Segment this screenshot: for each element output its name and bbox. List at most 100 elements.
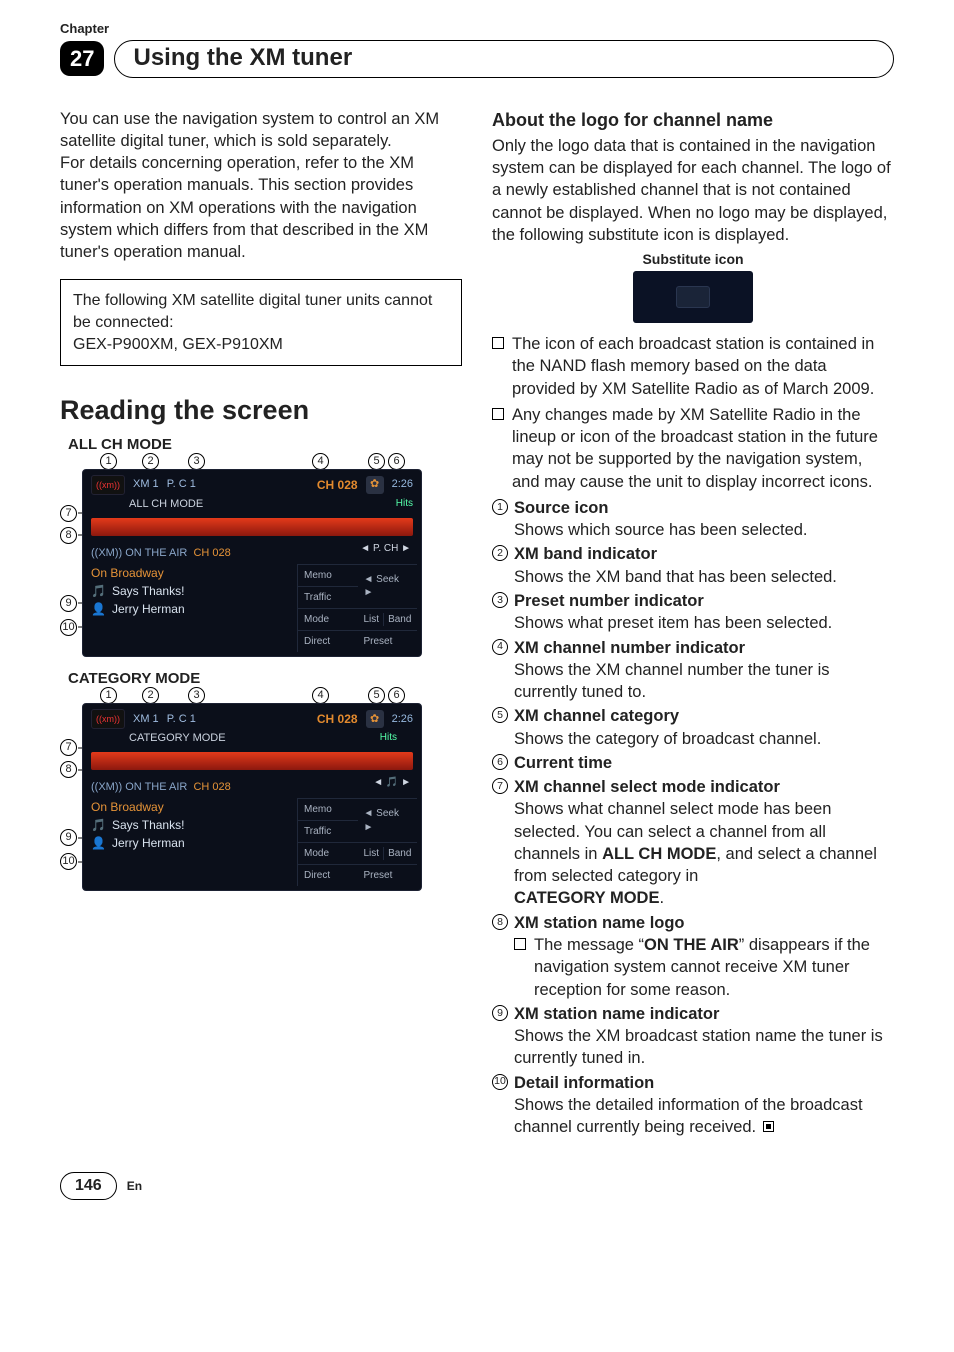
btn-list: List [364, 613, 380, 626]
chapter-number-badge: 27 [60, 41, 104, 77]
defnum-9: 9 [492, 1005, 508, 1021]
notice-text-2: GEX-P900XM, GEX-P910XM [73, 334, 449, 356]
callout-10b: 10 [60, 853, 77, 870]
callout-4: 4 [312, 453, 329, 470]
defnum-10: 10 [492, 1074, 508, 1090]
btn-seek: ◄ Seek ► [358, 798, 418, 842]
btn-memo: Memo [298, 798, 358, 820]
btn-seek: ◄ Seek ► [358, 564, 418, 608]
xm-band: XM 1 [133, 712, 159, 727]
defnum-1: 1 [492, 499, 508, 515]
right-button-grid: Memo ◄ Seek ► Traffic Mode List Band Dir… [297, 564, 417, 652]
channel-top: CH 028 [317, 477, 358, 493]
substitute-icon-label: Substitute icon [492, 250, 894, 269]
callout-5b: 5 [368, 687, 385, 704]
bullet-icon [492, 337, 504, 349]
reading-the-screen-heading: Reading the screen [60, 392, 462, 428]
callout-3: 3 [188, 453, 205, 470]
def-2-desc: Shows the XM band that has been selected… [514, 568, 837, 586]
callout-6: 6 [388, 453, 405, 470]
source-icon: ((xm)) [91, 475, 125, 495]
bullet-2: Any changes made by XM Satellite Radio i… [492, 404, 894, 493]
btn-direct: Direct [298, 864, 358, 886]
source-icon: ((xm)) [91, 709, 125, 729]
preset: P. C 1 [167, 477, 196, 492]
substitute-icon-img [633, 271, 753, 323]
right-column: About the logo for channel name Only the… [492, 108, 894, 1139]
station-logo-bar [91, 518, 413, 536]
def-1-title: Source icon [514, 499, 608, 517]
right-button-grid: Memo ◄ Seek ► Traffic Mode List Band Dir… [297, 798, 417, 886]
btn-band: Band [383, 847, 411, 860]
btn-preset: Preset [358, 630, 418, 652]
btn-traffic: Traffic [298, 586, 358, 608]
callout-8b: 8 [60, 761, 77, 778]
page-footer: 146 En [60, 1172, 894, 1200]
lang-label: En [127, 1178, 142, 1194]
btn-mode: Mode [298, 842, 358, 864]
station-logo-bar [91, 752, 413, 770]
callout-3b: 3 [188, 687, 205, 704]
callout-8: 8 [60, 527, 77, 544]
callout-2b: 2 [142, 687, 159, 704]
intro-text: You can use the navigation system to con… [60, 108, 462, 264]
callout-7: 7 [60, 505, 77, 522]
definitions: 1 Source icon Shows which source has been… [492, 497, 894, 1138]
def-5-title: XM channel category [514, 707, 679, 725]
mode-line: CATEGORY MODE [129, 731, 226, 746]
gear-icon: ✿ [366, 710, 384, 728]
callout-2: 2 [142, 453, 159, 470]
cat-label: Hits [396, 497, 413, 512]
callout-6b: 6 [388, 687, 405, 704]
logo-paragraph: Only the logo data that is contained in … [492, 135, 894, 246]
btn-mode: Mode [298, 608, 358, 630]
mode-line: ALL CH MODE [129, 497, 203, 512]
callout-4b: 4 [312, 687, 329, 704]
btn-preset: Preset [358, 864, 418, 886]
def-6-title: Current time [514, 754, 612, 772]
callout-5: 5 [368, 453, 385, 470]
bullet-icon [514, 938, 526, 950]
left-column: You can use the navigation system to con… [60, 108, 462, 1139]
callout-1b: 1 [100, 687, 117, 704]
def-3-desc: Shows what preset item has been selected… [514, 614, 832, 632]
on-the-air: ((XM)) ON THE AIR CH 028 [83, 772, 421, 797]
btn-list: List [364, 847, 380, 860]
mode-label-category: CATEGORY MODE [68, 669, 462, 689]
screenshot-all: ((xm)) XM 1 P. C 1 CH 028 ✿ 2:26 ALL CH … [82, 469, 422, 657]
def-4-desc: Shows the XM channel number the tuner is… [514, 661, 830, 701]
gear-icon: ✿ [366, 476, 384, 494]
def-7-desc: Shows what channel select mode has been … [514, 800, 877, 907]
btn-memo: Memo [298, 564, 358, 586]
def-4-title: XM channel number indicator [514, 639, 745, 657]
btn-direct: Direct [298, 630, 358, 652]
notice-box: The following XM satellite digital tuner… [60, 279, 462, 366]
page-number: 146 [60, 1172, 117, 1200]
btn-band: Band [383, 613, 411, 626]
bullet-1: The icon of each broadcast station is co… [492, 333, 894, 400]
def-10-title: Detail information [514, 1074, 654, 1092]
def-10-desc: Shows the detailed information of the br… [514, 1096, 863, 1136]
section-title: Using the XM tuner [114, 40, 894, 78]
clock: 2:26 [392, 712, 413, 727]
cat-label: Hits [380, 731, 397, 746]
callout-1: 1 [100, 453, 117, 470]
mode-label-all: ALL CH MODE [68, 435, 462, 455]
def-5-desc: Shows the category of broadcast channel. [514, 730, 821, 748]
def-7-title: XM channel select mode indicator [514, 778, 780, 796]
bullet-icon [492, 408, 504, 420]
screenshot-cat: ((xm)) XM 1 P. C 1 CH 028 ✿ 2:26 CATEGOR… [82, 703, 422, 891]
figure-category-mode: 1 2 3 4 5 6 7 8 9 10 ((xm)) XM 1 P. C 1 … [60, 691, 462, 897]
channel-top: CH 028 [317, 711, 358, 727]
def-8-nested: The message “ON THE AIR” disappears if t… [514, 934, 894, 1001]
defnum-8: 8 [492, 914, 508, 930]
defnum-3: 3 [492, 592, 508, 608]
defnum-2: 2 [492, 545, 508, 561]
pch-buttons: ◄ P. CH ► [360, 542, 411, 556]
def-1-desc: Shows which source has been selected. [514, 521, 808, 539]
cat-nav: ◄ 🎵 ► [373, 776, 411, 790]
logo-heading: About the logo for channel name [492, 108, 894, 132]
def-9-title: XM station name indicator [514, 1005, 719, 1023]
defnum-5: 5 [492, 707, 508, 723]
notice-text-1: The following XM satellite digital tuner… [73, 290, 449, 333]
